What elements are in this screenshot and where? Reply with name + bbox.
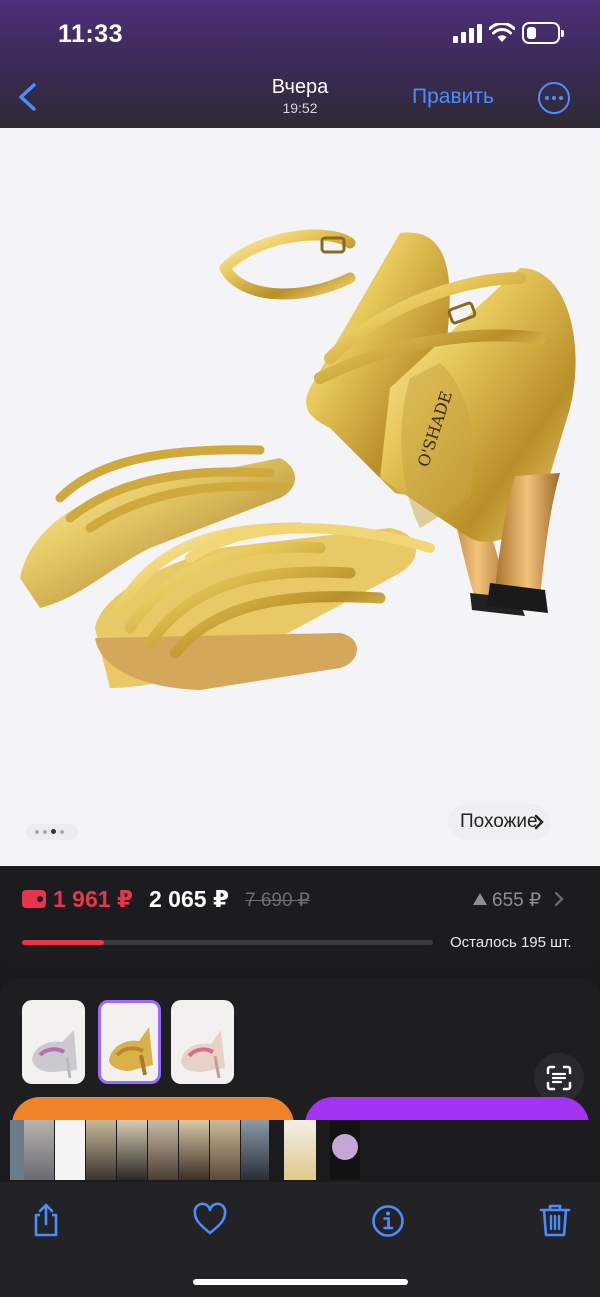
price-panel (0, 866, 600, 968)
stock-progress-bar (22, 940, 433, 945)
price: 2 065 ₽ (149, 886, 229, 912)
variant-thumb-rose[interactable] (171, 1000, 234, 1084)
text-scan-icon (546, 1065, 572, 1091)
product-photo[interactable]: O'SHADE (0, 128, 600, 866)
heart-icon[interactable] (193, 1202, 227, 1238)
strip-thumb[interactable] (179, 1120, 209, 1180)
live-text-scan-button[interactable] (534, 1053, 584, 1103)
chevron-right-icon[interactable] (554, 891, 564, 907)
price-change[interactable]: 655 ₽ (492, 889, 541, 912)
strip-thumb[interactable] (10, 1120, 24, 1180)
strip-thumb[interactable] (210, 1120, 240, 1180)
stock-left: Осталось 195 шт. (450, 934, 572, 951)
wallet-icon (22, 890, 46, 908)
wifi-icon (489, 23, 515, 42)
variant-thumb-silver[interactable] (22, 1000, 85, 1084)
battery-icon (522, 22, 564, 44)
edit-button[interactable]: Править (412, 85, 494, 109)
info-icon[interactable] (371, 1202, 405, 1238)
strip-thumb[interactable] (330, 1120, 360, 1180)
more-options-icon[interactable] (538, 82, 570, 114)
photos-strip[interactable] (0, 1120, 600, 1182)
nav-title: Вчера (271, 76, 329, 98)
cellular-signal-icon (453, 24, 482, 43)
status-bar: 11:33 (0, 0, 600, 64)
strip-thumb[interactable] (86, 1120, 116, 1180)
gold-sandals-image: O'SHADE (20, 229, 576, 690)
variant-thumb-gold[interactable] (98, 1000, 161, 1084)
strip-thumb[interactable] (24, 1120, 54, 1180)
strip-thumb[interactable] (55, 1120, 85, 1180)
price-up-triangle-icon (473, 893, 487, 905)
wallet-price: 1 961 ₽ (53, 886, 133, 912)
top-header: 11:33 Вчера 19:52 Править (0, 0, 600, 128)
strip-thumb[interactable] (148, 1120, 178, 1180)
trash-icon[interactable] (538, 1202, 572, 1238)
chevron-right-icon (534, 814, 544, 830)
strip-thumb[interactable] (241, 1120, 269, 1180)
strip-thumb-current[interactable] (284, 1120, 316, 1180)
old-price: 7 690 ₽ (245, 890, 310, 911)
home-indicator (193, 1279, 408, 1285)
share-icon[interactable] (29, 1202, 63, 1238)
nav-subtitle: 19:52 (282, 100, 318, 116)
page-indicator (26, 824, 78, 840)
similar-button[interactable]: Похожие (448, 804, 550, 840)
strip-thumb[interactable] (117, 1120, 147, 1180)
status-time: 11:33 (58, 20, 124, 48)
similar-label: Похожие (460, 811, 538, 832)
